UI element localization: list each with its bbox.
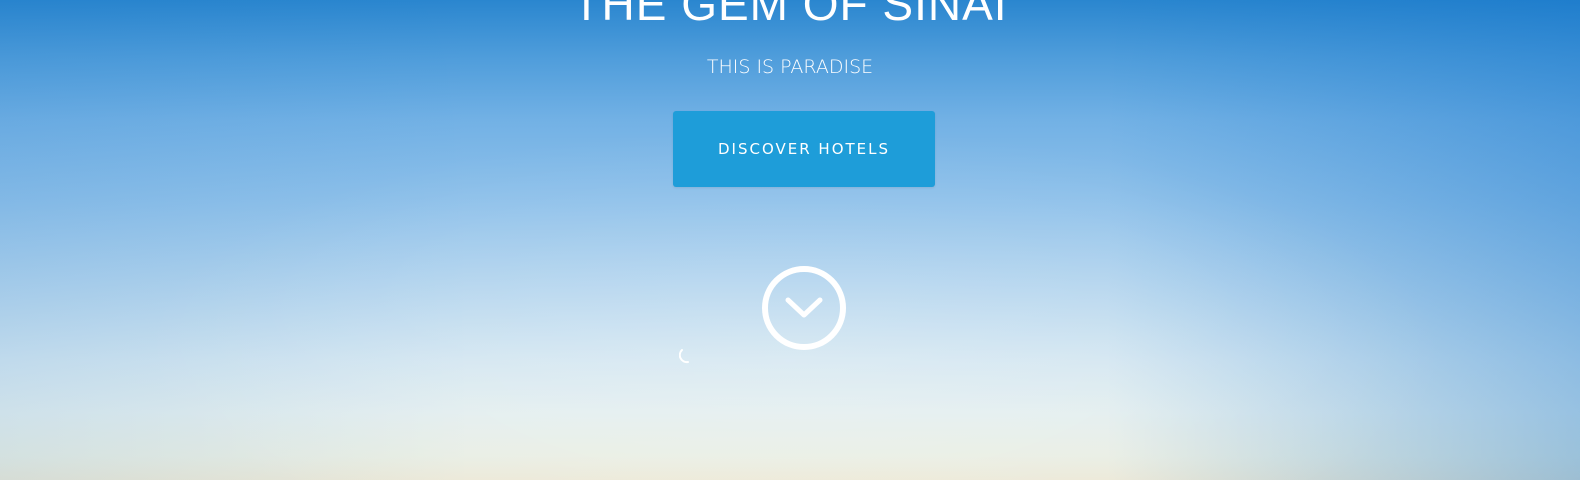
scroll-down-button[interactable] [762, 266, 846, 350]
hero-title: THE GEM OF SINAI [572, 0, 1008, 30]
hero-section: THE GEM OF SINAI THIS IS PARADISE DISCOV… [0, 0, 1580, 480]
spinner-icon [679, 349, 689, 364]
discover-hotels-button[interactable]: DISCOVER HOTELS [673, 111, 935, 187]
chevron-down-icon [785, 297, 823, 318]
hero-subtitle: THIS IS PARADISE [706, 56, 874, 78]
